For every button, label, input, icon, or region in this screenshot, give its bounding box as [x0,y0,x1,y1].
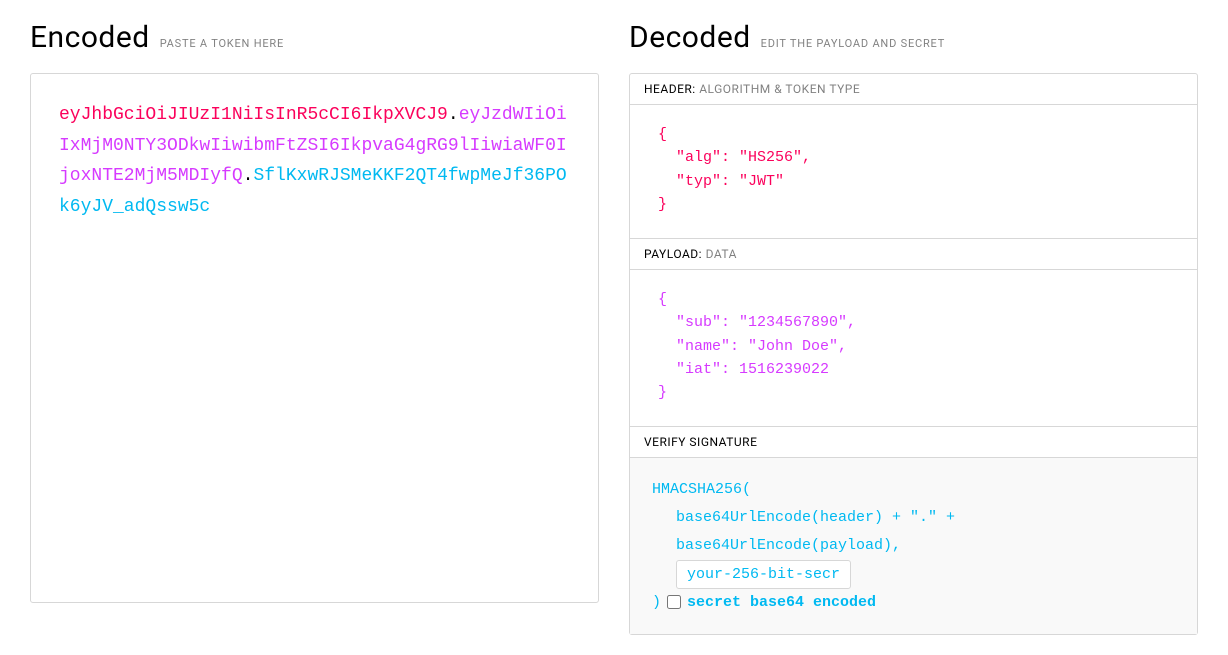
decoded-payload-editor[interactable]: { "sub": "1234567890", "name": "John Doe… [630,269,1197,426]
decoded-header-section: HEADER: ALGORITHM & TOKEN TYPE { "alg": … [630,74,1197,239]
encoded-title: Encoded [30,20,150,55]
decoded-payload-section: PAYLOAD: DATA { "sub": "1234567890", "na… [630,239,1197,427]
decoded-payload-label: PAYLOAD: [644,247,702,261]
decoded-signature-section: VERIFY SIGNATURE HMACSHA256( base64UrlEn… [630,427,1197,634]
sig-line2: base64UrlEncode(payload), [652,532,1175,560]
secret-base64-checkbox[interactable] [667,595,681,609]
secret-base64-label[interactable]: secret base64 encoded [687,589,876,617]
decoded-header-label-row: HEADER: ALGORITHM & TOKEN TYPE [630,74,1197,104]
sig-line1: base64UrlEncode(header) + "." + [652,504,1175,532]
decoded-title: Decoded [629,20,751,55]
secret-input[interactable] [676,560,851,589]
decoded-panel: HEADER: ALGORITHM & TOKEN TYPE { "alg": … [629,73,1198,635]
decoded-signature-label: VERIFY SIGNATURE [644,435,757,449]
encoded-subtitle: PASTE A TOKEN HERE [160,37,284,50]
decoded-signature-body: HMACSHA256( base64UrlEncode(header) + ".… [630,457,1197,634]
decoded-column: Decoded EDIT THE PAYLOAD AND SECRET HEAD… [629,20,1198,635]
dot-1: . [448,105,459,125]
sig-fn-open: HMACSHA256( [652,476,1175,504]
encoded-column: Encoded PASTE A TOKEN HERE eyJhbGciOiJIU… [30,20,599,635]
decoded-header-label: HEADER: [644,82,696,96]
encoded-token-editor[interactable]: eyJhbGciOiJIUzI1NiIsInR5cCI6IkpXVCJ9.eyJ… [30,73,599,603]
decoded-header-sublabel: ALGORITHM & TOKEN TYPE [699,82,860,96]
decoded-payload-label-row: PAYLOAD: DATA [630,239,1197,269]
decoded-subtitle: EDIT THE PAYLOAD AND SECRET [761,37,945,50]
sig-close-paren: ) [652,589,661,617]
decoded-payload-sublabel: DATA [706,247,737,261]
decoded-signature-label-row: VERIFY SIGNATURE [630,427,1197,457]
dot-2: . [243,166,254,186]
decoded-header-editor[interactable]: { "alg": "HS256", "typ": "JWT" } [630,104,1197,238]
jwt-header-segment: eyJhbGciOiJIUzI1NiIsInR5cCI6IkpXVCJ9 [59,105,448,125]
